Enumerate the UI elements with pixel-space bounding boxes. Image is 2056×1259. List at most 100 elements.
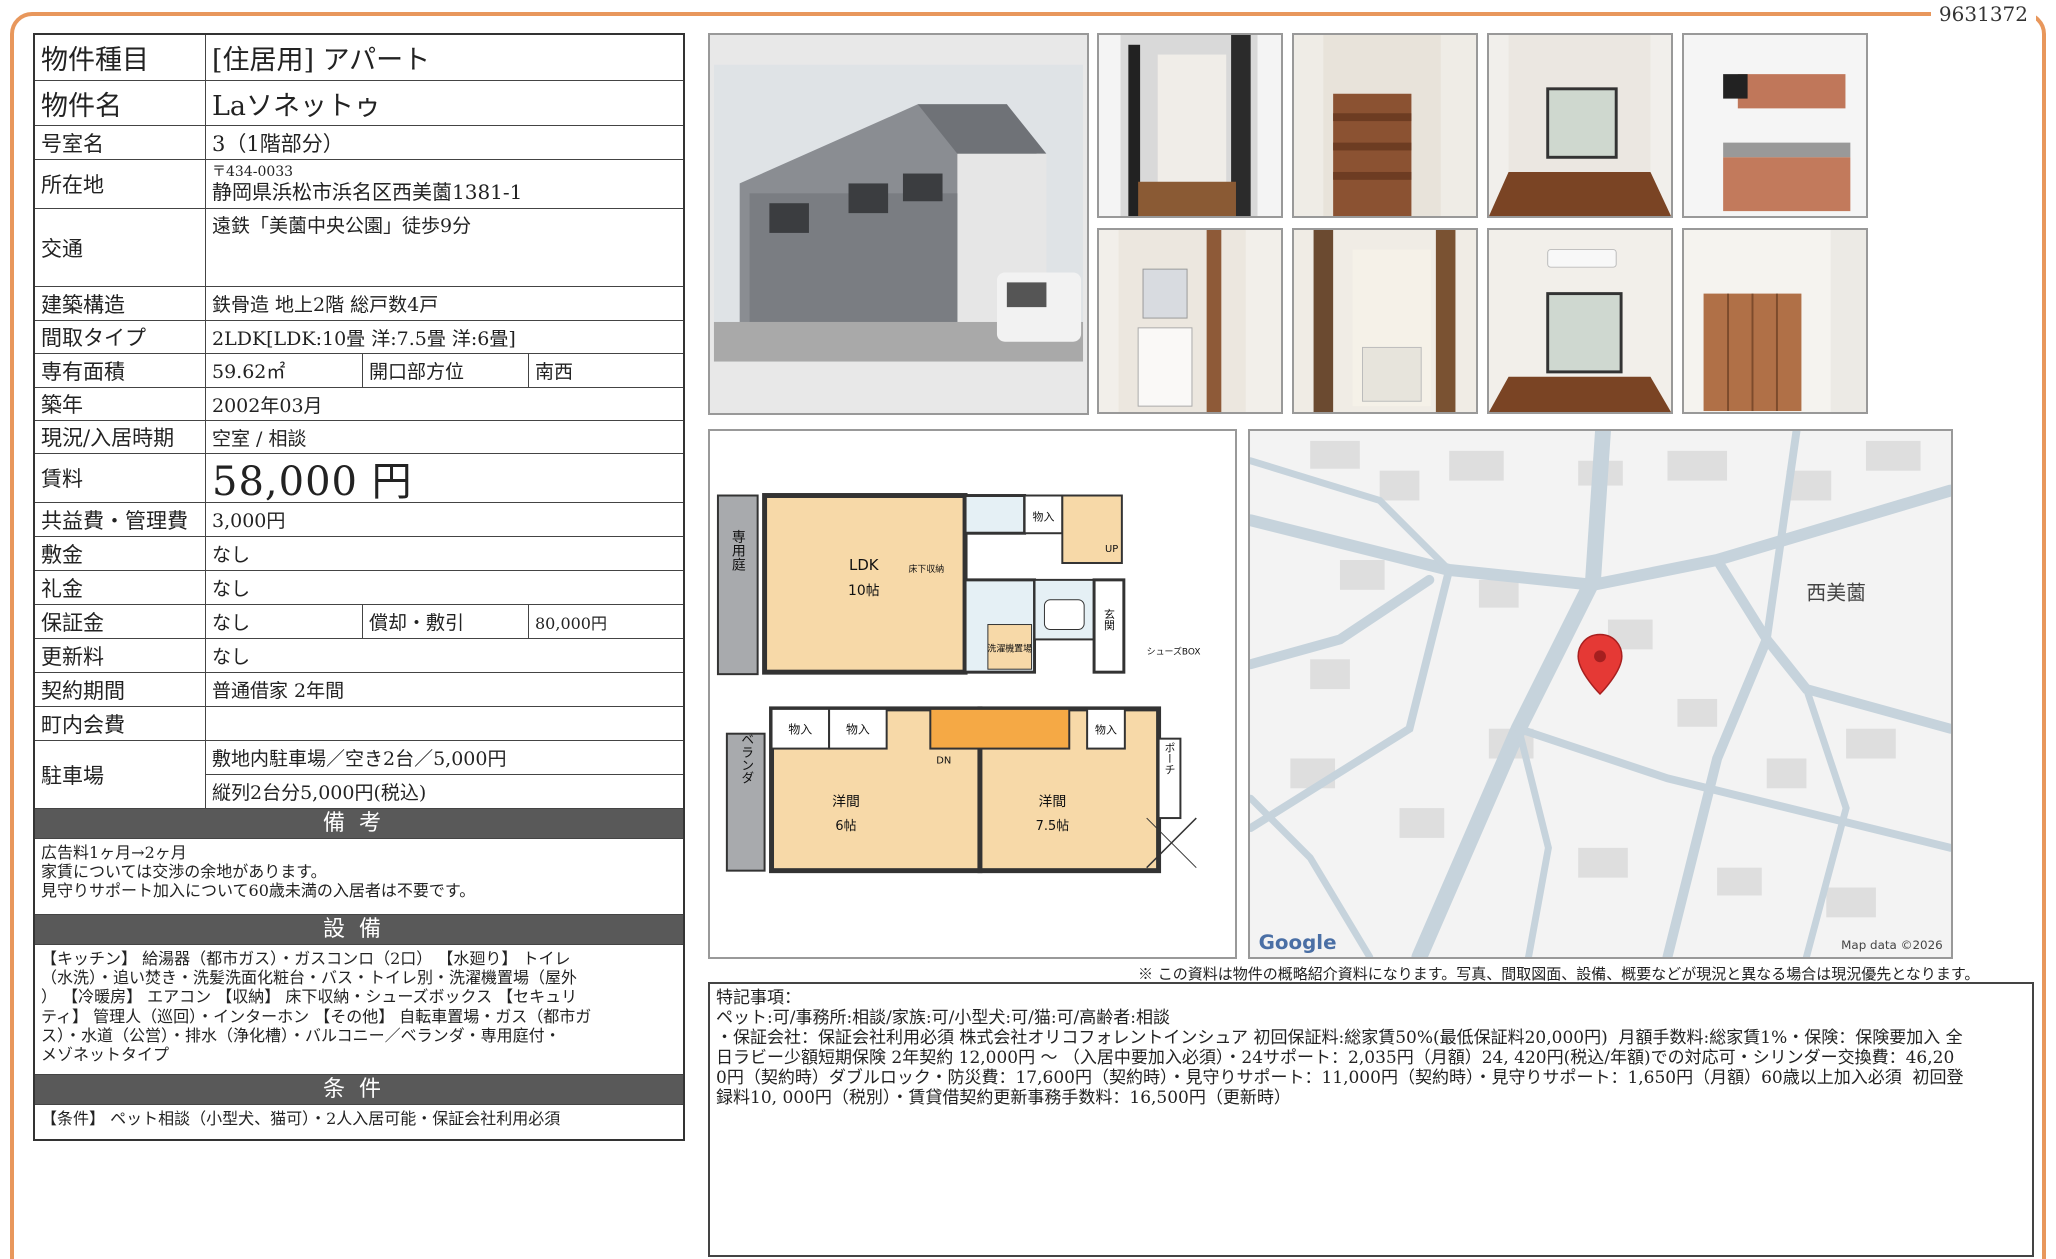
traffic-label: 交通 bbox=[35, 209, 206, 286]
floor-plan: 専用庭 LDK 10帖 物入 UP 床下収納 洗濯機置場 玄関 シューズBOX … bbox=[708, 429, 1237, 959]
row-area: 専有面積 59.62㎡ 開口部方位 南西 bbox=[35, 354, 683, 388]
area-value: 59.62㎡ bbox=[206, 354, 363, 387]
row-type: 物件種目 [住居用] アパート bbox=[35, 35, 683, 81]
remarks-line: 広告料1ヶ月→2ヶ月 bbox=[41, 843, 187, 862]
map-area-name: 西美薗 bbox=[1806, 582, 1865, 605]
remarks-line: 見守りサポート加入について60歳未満の入居者は不要です。 bbox=[41, 881, 476, 901]
row-community-fee: 町内会費 bbox=[35, 707, 683, 741]
equipment-line: 【キッチン】 給湯器（都市ガス）・ガスコンロ（2口） 【水廻り】 トイレ bbox=[41, 949, 571, 968]
deposit-label: 敷金 bbox=[35, 537, 206, 570]
remarks-heading: 備考 bbox=[35, 809, 683, 839]
community-fee-label: 町内会費 bbox=[35, 707, 206, 740]
shoes-label: シューズBOX bbox=[1147, 645, 1201, 657]
room-label: 号室名 bbox=[35, 126, 206, 159]
built-value: 2002年03月 bbox=[212, 394, 323, 417]
room-a-label: 洋間 bbox=[832, 794, 860, 810]
exterior-photo bbox=[708, 33, 1089, 415]
equipment-line: ） 【冷暖房】 エアコン 【収納】 床下収納・シューズボックス 【セキュリ bbox=[41, 987, 578, 1007]
address-label: 所在地 bbox=[35, 160, 206, 208]
renewal-label: 更新料 bbox=[35, 639, 206, 672]
layout-value: 2LDK[LDK:10畳 洋:7.5畳 洋:6畳] bbox=[212, 327, 516, 350]
amortization-value: 80,000円 bbox=[535, 613, 607, 633]
layout-label: 間取タイプ bbox=[35, 321, 206, 353]
renewal-value: なし bbox=[212, 646, 251, 668]
photo-bathroom bbox=[1292, 228, 1478, 414]
ldk-label: LDK bbox=[849, 556, 880, 574]
storage-label-2f-a: 物入 bbox=[788, 723, 812, 737]
special-notes: 特記事項： ペット:可/事務所:相談/家族:可/小型犬:可/猫:可/高齢者:相談… bbox=[708, 982, 2034, 1257]
built-label: 築年 bbox=[35, 388, 206, 420]
equipment-body: 【キッチン】 給湯器（都市ガス）・ガスコンロ（2口） 【水廻り】 トイレ （水洗… bbox=[35, 945, 683, 1075]
structure-label: 建築構造 bbox=[35, 287, 206, 320]
row-room: 号室名 3（1階部分） bbox=[35, 126, 683, 160]
equipment-heading: 設備 bbox=[35, 915, 683, 945]
conditions-body: 【条件】 ペット相談（小型犬、猫可）・2人入居可能・保証会社利用必須 bbox=[35, 1105, 683, 1139]
equipment-line: ティ】 管理人（巡回）・インターホン 【その他】 自転車置場・ガス（都市ガ bbox=[41, 1006, 592, 1026]
name-label: 物件名 bbox=[35, 81, 206, 125]
storage-label: 物入 bbox=[1033, 509, 1055, 523]
rent-label: 賃料 bbox=[35, 454, 206, 502]
room-a-size-label: 6帖 bbox=[835, 819, 856, 834]
entrance-label: 玄関 bbox=[1102, 607, 1115, 630]
dn-label: DN bbox=[936, 755, 951, 766]
address-value: 〒434-0033 静岡県浜松市浜名区西美薗1381-1 bbox=[206, 160, 683, 208]
washer-label: 洗濯機置場 bbox=[987, 642, 1032, 654]
special-line: ペット:可/事務所:相談/家族:可/小型犬:可/猫:可/高齢者:相談 bbox=[716, 1008, 1171, 1029]
equipment-line: （水洗）・追い焚き・洗髪洗面化粧台・バス・トイレ別・洗濯機置場（屋外 bbox=[41, 968, 578, 988]
parking-value-1: 敷地内駐車場／空き2台／5,000円 bbox=[206, 741, 683, 775]
room-b-size-label: 7.5帖 bbox=[1036, 819, 1070, 834]
row-contract: 契約期間 普通借家 2年間 bbox=[35, 673, 683, 707]
equipment-line: ス）・水道（公営）・排水（浄化槽）・バルコニー／ベランダ・専用庭付・ bbox=[41, 1025, 561, 1045]
community-fee-value bbox=[206, 707, 683, 740]
row-key-money: 礼金 なし bbox=[35, 571, 683, 605]
room-value: 3（1階部分） bbox=[212, 131, 344, 156]
address-line: 静岡県浜松市浜名区西美薗1381-1 bbox=[212, 179, 523, 204]
photo-entrance bbox=[1097, 33, 1283, 218]
location-map: 西美薗 Google Map data ©2026 bbox=[1248, 429, 1953, 959]
amortization-label: 償却・敷引 bbox=[363, 605, 529, 638]
row-built: 築年 2002年03月 bbox=[35, 388, 683, 421]
name-value: Laソネットゥ bbox=[212, 90, 382, 122]
deposit-value: なし bbox=[212, 544, 251, 566]
property-info-table: 物件種目 [住居用] アパート 物件名 Laソネットゥ 号室名 3（1階部分） … bbox=[33, 33, 685, 1141]
direction-label: 開口部方位 bbox=[363, 354, 529, 387]
underfloor-label: 床下収納 bbox=[909, 563, 945, 575]
disclaimer-note: ※ この資料は物件の概略紹介資料になります。写真、間取図面、設備、概要などが現況… bbox=[1138, 965, 1980, 983]
photo-stairs bbox=[1292, 33, 1478, 218]
photo-room-aircon bbox=[1487, 228, 1673, 414]
remarks-line: 家賃については交渉の余地があります。 bbox=[41, 862, 327, 882]
status-label: 現況/入居時期 bbox=[35, 421, 206, 453]
photo-room-window bbox=[1487, 33, 1673, 218]
veranda-label: ベランダ bbox=[738, 733, 753, 785]
photo-washroom bbox=[1097, 228, 1283, 414]
key-money-value: なし bbox=[212, 578, 251, 600]
conditions-heading: 条件 bbox=[35, 1075, 683, 1105]
row-rent: 賃料 58,000 円 bbox=[35, 454, 683, 505]
photo-kitchen bbox=[1682, 33, 1868, 218]
structure-value: 鉄骨造 地上2階 総戸数4戸 bbox=[212, 294, 439, 316]
special-line: 0円（契約時）ダブルロック・防災費：17,600円（契約時）・見守りサポート：1… bbox=[716, 1068, 1964, 1089]
storage-label-2f-b: 物入 bbox=[846, 723, 870, 737]
row-guarantee: 保証金 なし 償却・敷引 80,000円 bbox=[35, 605, 683, 639]
remarks-body: 広告料1ヶ月→2ヶ月 家賃については交渉の余地があります。 見守りサポート加入に… bbox=[35, 839, 683, 915]
type-label: 物件種目 bbox=[35, 35, 206, 80]
rent-value: 58,000 円 bbox=[212, 459, 413, 505]
row-renewal: 更新料 なし bbox=[35, 639, 683, 673]
garden-label: 専用庭 bbox=[730, 529, 746, 572]
parking-label: 駐車場 bbox=[35, 741, 206, 808]
fee-label: 共益費・管理費 bbox=[35, 503, 206, 536]
google-logo: Google bbox=[1259, 931, 1337, 954]
special-line: ・保証会社：保証会社利用必須 株式会社オリコフォレントインシュア 初回保証料:総… bbox=[716, 1028, 1963, 1049]
photo-closet bbox=[1682, 228, 1868, 414]
map-copyright: Map data ©2026 bbox=[1841, 938, 1943, 952]
room-b-label: 洋間 bbox=[1039, 794, 1067, 810]
row-parking: 駐車場 敷地内駐車場／空き2台／5,000円 縦列2台分5,000円(税込) bbox=[35, 741, 683, 809]
conditions-line: 【条件】 ペット相談（小型犬、猫可）・2人入居可能・保証会社利用必須 bbox=[41, 1109, 561, 1128]
parking-values: 敷地内駐車場／空き2台／5,000円 縦列2台分5,000円(税込) bbox=[206, 741, 683, 808]
row-structure: 建築構造 鉄骨造 地上2階 総戸数4戸 bbox=[35, 287, 683, 321]
guarantee-value: なし bbox=[206, 605, 363, 638]
direction-value: 南西 bbox=[535, 361, 574, 383]
storage-label-2f-c: 物入 bbox=[1095, 723, 1117, 737]
fee-value: 3,000円 bbox=[212, 510, 286, 532]
traffic-value: 遠鉄「美薗中央公園」徒歩9分 bbox=[212, 215, 472, 237]
